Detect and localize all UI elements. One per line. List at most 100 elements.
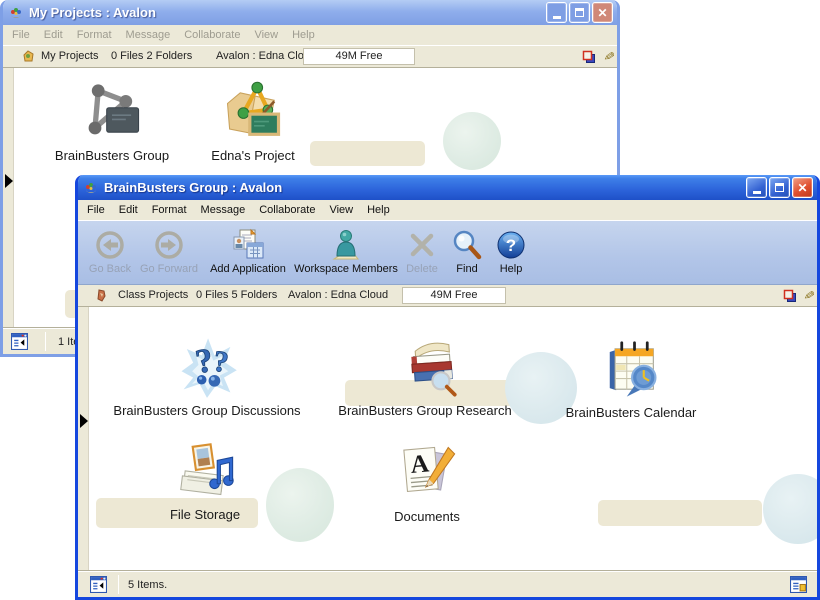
go-forward-icon	[153, 229, 185, 261]
pencil-icon[interactable]: ✎	[800, 288, 818, 302]
menu-bar: File Edit Format Message Collaborate Vie…	[3, 25, 617, 46]
find-icon	[451, 229, 483, 261]
counts-label: 0 Files 5 Folders	[196, 289, 277, 301]
workspace-members-button[interactable]: Workspace Members	[294, 226, 398, 275]
watermark-circle	[763, 474, 817, 544]
help-icon: ?	[496, 230, 526, 260]
tool-bar: Go Back Go Forward	[78, 221, 817, 285]
counts-label: 0 Files 2 Folders	[111, 50, 192, 62]
my-projects-icon	[21, 49, 36, 64]
toolbar-label: Go Forward	[140, 263, 198, 275]
menu-bar: File Edit Format Message Collaborate Vie…	[78, 200, 817, 221]
item-label: Edna's Project	[211, 148, 294, 163]
item-group-research[interactable]: BrainBusters Group Research	[315, 333, 535, 418]
discussions-icon: ? ?	[173, 333, 241, 401]
app-logo-icon	[83, 180, 99, 196]
view-details-icon[interactable]	[790, 576, 807, 593]
cloud-label: Avalon : Edna Cloud	[288, 289, 388, 301]
menu-view[interactable]: View	[329, 204, 353, 216]
item-ednas-project[interactable]: Edna's Project	[173, 78, 333, 163]
minimize-button[interactable]	[546, 2, 567, 23]
workspace-content: ? ? BrainBusters Group Discussions	[78, 307, 817, 571]
panel-expander-arrow[interactable]	[5, 174, 13, 188]
menu-collaborate[interactable]: Collaborate	[184, 29, 240, 41]
menu-format[interactable]: Format	[152, 204, 187, 216]
menu-message[interactable]: Message	[201, 204, 246, 216]
project-folder-icon	[219, 78, 287, 146]
menu-edit[interactable]: Edit	[44, 29, 63, 41]
item-label: BrainBusters Group	[55, 148, 169, 163]
go-forward-button[interactable]: Go Forward	[136, 226, 202, 275]
item-label: BrainBusters Calendar	[566, 405, 697, 420]
pencil-icon[interactable]: ✎	[600, 49, 618, 63]
class-projects-icon	[94, 288, 109, 303]
item-file-storage[interactable]: File Storage	[95, 437, 315, 522]
minimize-button[interactable]	[746, 177, 767, 198]
info-bar: Class Projects 0 Files 5 Folders Avalon …	[78, 285, 817, 307]
item-label: Documents	[394, 509, 460, 524]
delete-button[interactable]: Delete	[398, 226, 446, 275]
window-title: My Projects : Avalon	[29, 5, 156, 20]
app-logo-icon	[8, 5, 24, 21]
research-books-icon	[391, 333, 459, 401]
close-button[interactable]: ✕	[592, 2, 613, 23]
collapsed-panel-strip	[78, 307, 89, 571]
overlap-squares-icon[interactable]	[582, 50, 596, 64]
menu-message[interactable]: Message	[126, 29, 171, 41]
calendar-icon	[597, 335, 665, 403]
item-label: File Storage	[170, 507, 240, 522]
menu-format[interactable]: Format	[77, 29, 112, 41]
item-count-text: 5 Items.	[128, 579, 167, 591]
close-button[interactable]: ✕	[792, 177, 813, 198]
item-label: BrainBusters Group Research	[338, 403, 511, 418]
cloud-label: Avalon : Edna Cloud	[216, 50, 316, 62]
menu-edit[interactable]: Edit	[119, 204, 138, 216]
menu-file[interactable]: File	[12, 29, 30, 41]
file-storage-icon	[171, 437, 239, 505]
info-bar: My Projects 0 Files 2 Folders Avalon : E…	[3, 46, 617, 68]
titlebar[interactable]: BrainBusters Group : Avalon ✕	[78, 175, 817, 200]
panel-expander-arrow[interactable]	[80, 414, 88, 428]
menu-view[interactable]: View	[254, 29, 278, 41]
panel-toggle-icon[interactable]	[90, 576, 107, 593]
item-calendar[interactable]: BrainBusters Calendar	[521, 335, 741, 420]
free-space-box: 49M Free	[402, 287, 506, 304]
svg-text:A: A	[409, 448, 430, 479]
watermark-circle	[443, 112, 501, 170]
maximize-button[interactable]	[769, 177, 790, 198]
add-application-button[interactable]: Add Application	[202, 226, 294, 275]
overlap-squares-icon[interactable]	[783, 289, 797, 303]
add-application-icon	[231, 228, 265, 262]
titlebar[interactable]: My Projects : Avalon ✕	[3, 0, 617, 25]
menu-file[interactable]: File	[87, 204, 105, 216]
item-brainbusters-group[interactable]: BrainBusters Group	[32, 78, 192, 163]
menu-help[interactable]: Help	[292, 29, 315, 41]
find-button[interactable]: Find	[446, 226, 488, 275]
maximize-button[interactable]	[569, 2, 590, 23]
item-group-discussions[interactable]: ? ? BrainBusters Group Discussions	[97, 333, 317, 418]
toolbar-label: Help	[500, 263, 523, 275]
menu-help[interactable]: Help	[367, 204, 390, 216]
toolbar-label: Find	[456, 263, 477, 275]
window-title: BrainBusters Group : Avalon	[104, 180, 282, 195]
toolbar-label: Delete	[406, 263, 438, 275]
go-back-button[interactable]: Go Back	[84, 226, 136, 275]
item-label: BrainBusters Group Discussions	[113, 403, 300, 418]
go-back-icon	[94, 229, 126, 261]
toolbar-label: Add Application	[210, 263, 286, 275]
toolbar-label: Workspace Members	[294, 263, 398, 275]
watermark-rect	[598, 500, 762, 526]
location-label: My Projects	[41, 50, 98, 62]
free-space-box: 49M Free	[303, 48, 415, 65]
help-button[interactable]: ? Help	[488, 226, 534, 275]
window-brainbusters-group: BrainBusters Group : Avalon ✕ File Edit …	[75, 175, 820, 600]
location-label: Class Projects	[118, 289, 188, 301]
item-documents[interactable]: A Documents	[317, 439, 537, 524]
svg-text:?: ?	[506, 236, 516, 255]
delete-icon	[407, 230, 437, 260]
workspace-members-icon	[329, 228, 363, 262]
panel-toggle-icon[interactable]	[11, 333, 28, 350]
documents-icon: A	[393, 439, 461, 507]
collapsed-panel-strip	[3, 68, 14, 328]
menu-collaborate[interactable]: Collaborate	[259, 204, 315, 216]
